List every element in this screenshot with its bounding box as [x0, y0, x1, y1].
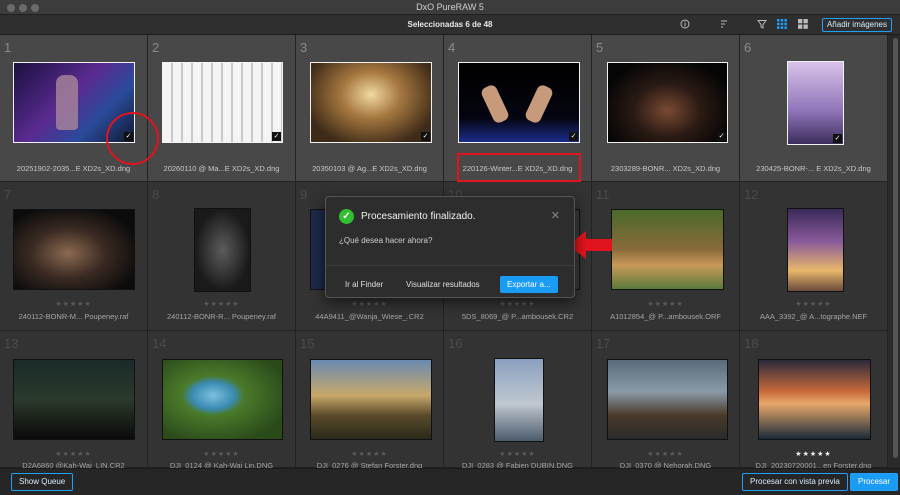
- rating-stars[interactable]: ★★★★★: [444, 300, 591, 308]
- rating-stars[interactable]: ★★★★★: [296, 300, 443, 308]
- bottom-bar: Show Queue Procesar con vista previa Pro…: [0, 468, 900, 495]
- scrollbar-thumb[interactable]: [893, 38, 898, 458]
- image-cell[interactable]: 17 ★★★★★ DJI_0370 @ Nehorah.DNG: [592, 331, 740, 470]
- image-number: 3: [300, 40, 308, 55]
- image-thumbnail[interactable]: [162, 359, 283, 440]
- image-cell[interactable]: 7 ★★★★★ 240112-BONR-M... Poupeney.raf: [0, 182, 148, 331]
- image-cell[interactable]: 18 ★★★★★ DJI_20230720001...en Forster.dn…: [740, 331, 888, 470]
- image-filename: AAA_3392_@ A...tographe.NEF: [759, 312, 868, 321]
- rating-stars[interactable]: ★★★★★: [0, 300, 147, 308]
- rating-stars[interactable]: ★★★★★: [148, 300, 295, 308]
- image-thumbnail[interactable]: [13, 209, 135, 290]
- image-cell[interactable]: 13 ★★★★★ D2A6860 @Kah-Wai_LIN.CR2: [0, 331, 148, 470]
- image-cell[interactable]: 5 ✓ 2303289-BONR... XD2s_XD.dng: [592, 35, 740, 182]
- image-number: 7: [4, 187, 12, 202]
- image-filename: 20350103 @ Ag...E XD2s_XD.dng: [312, 164, 427, 173]
- image-number: 11: [596, 187, 610, 202]
- image-cell[interactable]: 3 ✓ 20350103 @ Ag...E XD2s_XD.dng: [296, 35, 444, 182]
- image-thumbnail[interactable]: [13, 359, 135, 440]
- image-number: 1: [4, 40, 12, 55]
- dialog-question: ¿Qué desea hacer ahora?: [339, 236, 433, 245]
- checkmark-icon[interactable]: ✓: [421, 132, 430, 141]
- checkmark-icon[interactable]: ✓: [833, 134, 842, 143]
- image-cell[interactable]: 8 ★★★★★ 240112-BONR-R... Poupeney.raf: [148, 182, 296, 331]
- image-number: 17: [596, 336, 611, 351]
- image-number: 4: [448, 40, 456, 55]
- processing-complete-dialog: ✓ Procesamiento finalizado. ✕ ¿Qué desea…: [325, 196, 575, 298]
- rating-stars[interactable]: ★★★★★: [0, 450, 147, 458]
- annotation-rectangle: [457, 153, 581, 182]
- rating-stars[interactable]: ★★★★★: [592, 450, 739, 458]
- grid-view-icon[interactable]: [776, 19, 788, 31]
- image-number: 6: [744, 40, 752, 55]
- image-number: 16: [448, 336, 463, 351]
- image-number: 15: [300, 336, 315, 351]
- image-number: 8: [152, 187, 160, 202]
- image-filename: 240112-BONR-M... Poupeney.raf: [18, 312, 129, 321]
- image-number: 13: [4, 336, 19, 351]
- image-thumbnail[interactable]: [607, 359, 728, 440]
- checkmark-icon[interactable]: ✓: [272, 132, 281, 141]
- rating-stars[interactable]: ★★★★★: [296, 450, 443, 458]
- process-with-preview-button[interactable]: Procesar con vista previa: [742, 473, 848, 491]
- checkmark-icon[interactable]: ✓: [569, 132, 578, 141]
- rating-stars[interactable]: ★★★★★: [592, 300, 739, 308]
- image-cell[interactable]: 16 ★★★★★ DJI_0283 @ Fabien DUBIN.DNG: [444, 331, 592, 470]
- image-thumbnail[interactable]: [194, 208, 251, 292]
- image-filename: 230425-BONR-... E XD2s_XD.dng: [756, 164, 871, 173]
- rating-stars[interactable]: ★★★★★: [740, 450, 887, 458]
- info-icon[interactable]: [679, 19, 691, 31]
- image-thumbnail[interactable]: ✓: [787, 61, 844, 145]
- window-title: DxO PureRAW 5: [416, 2, 484, 12]
- sort-icon[interactable]: [718, 19, 730, 31]
- image-number: 14: [152, 336, 167, 351]
- checkmark-icon[interactable]: ✓: [717, 132, 726, 141]
- image-number: 9: [300, 187, 308, 202]
- title-bar: DxO PureRAW 5: [0, 0, 900, 15]
- show-queue-button[interactable]: Show Queue: [11, 473, 74, 491]
- image-thumbnail[interactable]: [611, 209, 724, 290]
- dialog-divider: [326, 265, 574, 266]
- process-button[interactable]: Procesar: [850, 473, 899, 491]
- compare-view-icon[interactable]: [797, 19, 809, 31]
- image-thumbnail[interactable]: ✓: [162, 62, 283, 143]
- toolbar: Seleccionadas 6 de 48 Añadir imágenes: [0, 15, 900, 35]
- add-images-button[interactable]: Añadir imágenes: [821, 18, 892, 32]
- rating-stars[interactable]: ★★★★★: [444, 450, 591, 458]
- image-filename: 5DS_8069_@ P...ambousek.CR2: [461, 312, 574, 321]
- go-to-finder-button[interactable]: Ir al Finder: [345, 276, 383, 293]
- image-filename: 2303289-BONR... XD2s_XD.dng: [610, 164, 721, 173]
- image-filename: 20260110 @ Ma...E XD2s_XD.dng: [163, 164, 280, 173]
- image-thumbnail[interactable]: [494, 358, 544, 442]
- image-thumbnail[interactable]: ✓: [310, 62, 432, 143]
- image-cell[interactable]: 12 ★★★★★ AAA_3392_@ A...tographe.NEF: [740, 182, 888, 331]
- image-cell[interactable]: 14 ★★★★★ DJI_0124 @ Kah-Wai Lin.DNG: [148, 331, 296, 470]
- image-number: 5: [596, 40, 604, 55]
- dialog-title: Procesamiento finalizado.: [361, 211, 476, 222]
- close-icon[interactable]: ✕: [551, 209, 560, 222]
- image-cell[interactable]: 11 ★★★★★ A1012854_@ P...ambousek.ORF: [592, 182, 740, 331]
- image-cell[interactable]: 15 ★★★★★ DJI_0276 @ Stefan Forster.dng: [296, 331, 444, 470]
- annotation-circle: [106, 112, 159, 165]
- export-to-button[interactable]: Exportar a...: [500, 276, 558, 293]
- image-filename: 44A9411_@Wanja_Wiese_.CR2: [315, 312, 424, 321]
- image-filename: A1012854_@ P...ambousek.ORF: [610, 312, 721, 321]
- image-filename: 240112-BONR-R... Poupeney.raf: [167, 312, 276, 321]
- view-results-button[interactable]: Visualizar resultados: [406, 276, 480, 293]
- success-check-icon: ✓: [339, 209, 354, 224]
- image-cell[interactable]: 6 ✓ 230425-BONR-... E XD2s_XD.dng: [740, 35, 888, 182]
- filter-icon[interactable]: [756, 19, 768, 31]
- image-number: 12: [744, 187, 759, 202]
- image-number: 18: [744, 336, 759, 351]
- image-cell[interactable]: 2 ✓ 20260110 @ Ma...E XD2s_XD.dng: [148, 35, 296, 182]
- image-filename: 20251902-2035...E XD2s_XD.dng: [16, 164, 131, 173]
- image-thumbnail[interactable]: [787, 208, 844, 292]
- image-number: 2: [152, 40, 160, 55]
- rating-stars[interactable]: ★★★★★: [148, 450, 295, 458]
- image-thumbnail[interactable]: ✓: [458, 62, 580, 143]
- image-thumbnail[interactable]: ✓: [607, 62, 728, 143]
- image-thumbnail[interactable]: [758, 359, 871, 440]
- rating-stars[interactable]: ★★★★★: [740, 300, 887, 308]
- image-thumbnail[interactable]: [310, 359, 432, 440]
